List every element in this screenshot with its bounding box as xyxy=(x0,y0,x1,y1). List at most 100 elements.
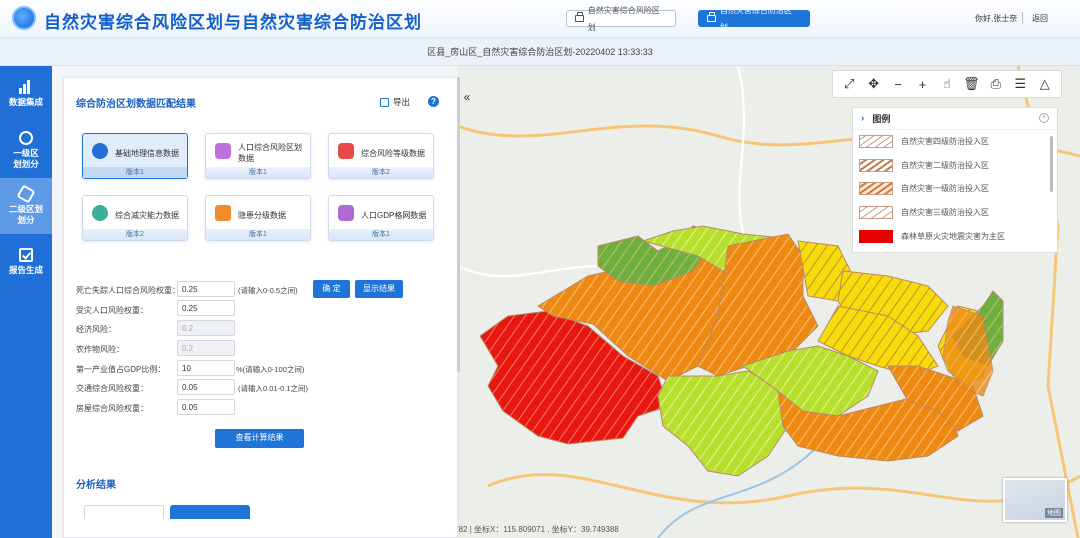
view-calc-result-button[interactable]: 查看计算结果 xyxy=(215,429,304,448)
traffic-risk-weight-input[interactable] xyxy=(177,379,235,395)
legend-label: 自然灾害四级防治投入区 xyxy=(901,137,989,147)
matching-panel: 综合防治区划数据匹配结果 导出 ? 基础地理信息数据 版本1 人口综合风险区划数… xyxy=(63,77,458,538)
zoom-out-icon[interactable]: − xyxy=(888,74,908,94)
field-label: 房屋综合风险权重： xyxy=(76,404,148,413)
print-icon[interactable]: ⎙ xyxy=(986,74,1006,94)
user-greeting: 你好,张士奈 xyxy=(975,14,1018,23)
legend-header: › 图例 xyxy=(853,108,1057,130)
field-label: 经济风险： xyxy=(76,325,116,334)
app-header: 自然灾害综合风险区划与自然灾害综合防治区划 自然灾害综合风险区划 自然灾害综合防… xyxy=(0,0,1080,38)
death-risk-weight-input[interactable] xyxy=(177,281,235,297)
minimap-label: 地图 xyxy=(1045,508,1063,518)
layers-icon[interactable]: ☰ xyxy=(1010,74,1030,94)
legend-swatch xyxy=(859,206,893,220)
sidebar-item-level1[interactable]: 一级区划划分 xyxy=(0,122,52,178)
fullscreen-icon[interactable]: ⤢ xyxy=(839,74,859,94)
card-name: 综合减灾能力数据 xyxy=(115,210,179,220)
card-version: 版本2 xyxy=(83,229,187,240)
stack-icon xyxy=(338,143,354,159)
zoom-in-icon[interactable]: + xyxy=(913,74,933,94)
risk-zoning-button[interactable]: 自然灾害综合风险区划 xyxy=(566,6,676,32)
hexagon-icon xyxy=(16,183,36,204)
collapse-panel-icon[interactable]: « xyxy=(461,90,473,104)
risk-zoning-label: 自然灾害综合风险区划 xyxy=(587,5,660,32)
legend-item: 自然灾害二级防治投入区 xyxy=(853,154,1057,178)
card-name: 人口综合风险区划数据 xyxy=(238,143,302,163)
checklist-icon xyxy=(19,248,33,262)
measure-icon[interactable]: △ xyxy=(1035,74,1055,94)
chevron-right-icon[interactable]: › xyxy=(861,113,864,124)
printer-icon xyxy=(707,12,716,22)
delete-icon[interactable]: 🗑 xyxy=(961,74,981,94)
legend-swatch xyxy=(859,229,893,243)
back-link[interactable]: 返回 xyxy=(1032,13,1048,24)
data-card-hazard[interactable]: 隐患分级数据 版本1 xyxy=(205,195,311,241)
data-card-gdp-grid[interactable]: 人口GDP格网数据 版本1 xyxy=(328,195,434,241)
hand-icon[interactable]: ☝ xyxy=(937,74,957,94)
data-card-risk-level[interactable]: 综合风险等级数据 版本2 xyxy=(328,133,434,179)
field-hint: %(请输入0-100之间) xyxy=(236,365,305,374)
card-name: 隐患分级数据 xyxy=(238,210,286,220)
field-hint: (请输入0.01-0.1之间) xyxy=(238,384,309,393)
pan-icon[interactable]: ✥ xyxy=(864,74,884,94)
legend-item: 森林草原火灾地震灾害为主区 xyxy=(853,224,1057,248)
printer-icon xyxy=(575,12,584,22)
globe-icon xyxy=(92,143,108,159)
field-hint: (请输入0-0.5之间) xyxy=(238,286,298,295)
sidebar-item-label: 数据集成 xyxy=(8,97,43,107)
sidebar-item-label: 一级区划划分 xyxy=(13,147,39,169)
analysis-section-title: 分析结果 xyxy=(76,480,116,491)
card-version: 版本1 xyxy=(206,167,310,178)
affected-pop-weight-input[interactable] xyxy=(177,300,235,316)
app-title: 自然灾害综合风险区划与自然灾害综合防治区划 xyxy=(44,13,422,32)
people-icon xyxy=(338,205,354,221)
data-card-geo[interactable]: 基础地理信息数据 版本1 xyxy=(82,133,188,179)
legend-scrollbar[interactable] xyxy=(1050,136,1053,192)
field-label: 受灾人口风险权重： xyxy=(76,306,148,315)
card-version: 版本1 xyxy=(206,229,310,240)
sidebar-item-data-integration[interactable]: 数据集成 xyxy=(0,66,52,122)
close-icon[interactable]: × xyxy=(1039,113,1049,123)
data-card-mitigation[interactable]: 综合减灾能力数据 版本2 xyxy=(82,195,188,241)
legend-swatch xyxy=(859,135,893,149)
legend-label: 自然灾害一级防治投入区 xyxy=(901,184,989,194)
card-name: 人口GDP格网数据 xyxy=(361,210,427,220)
show-result-button[interactable]: 显示结果 xyxy=(355,280,403,298)
analysis-tab[interactable] xyxy=(84,505,164,519)
house-risk-weight-input[interactable] xyxy=(177,399,235,415)
panel-scrollbar[interactable] xyxy=(457,77,460,372)
legend-item: 自然灾害三级防治投入区 xyxy=(853,201,1057,225)
card-version: 版本2 xyxy=(329,167,433,178)
warning-icon xyxy=(215,205,231,221)
export-label: 导出 xyxy=(393,97,411,107)
map-legend: › 图例 × 自然灾害四级防治投入区 自然灾害二级防治投入区 自然灾害一级防治投… xyxy=(852,107,1058,253)
logo-icon xyxy=(12,6,36,30)
card-name: 综合风险等级数据 xyxy=(361,148,425,158)
legend-item: 自然灾害一级防治投入区 xyxy=(853,177,1057,201)
page-subtitle: 区县_房山区_自然灾害综合防治区划-20220402 13:33:33 xyxy=(0,38,1080,66)
field-label: 农作物风险： xyxy=(76,345,124,354)
prevention-zoning-button[interactable]: 自然灾害综合防治区划 xyxy=(698,6,810,32)
field-label: 死亡失踪人口综合风险权重： xyxy=(76,286,180,295)
legend-item: 自然灾害四级防治投入区 xyxy=(853,130,1057,154)
header-divider xyxy=(1022,12,1023,24)
sidebar-item-label: 报告生成 xyxy=(8,265,43,275)
sidebar-item-label: 二级区划划分 xyxy=(8,203,43,225)
help-icon[interactable]: ? xyxy=(428,96,439,107)
primary-industry-ratio-input[interactable] xyxy=(177,360,235,376)
prevention-zoning-label: 自然灾害综合防治区划 xyxy=(719,5,792,32)
confirm-button[interactable]: 确 定 xyxy=(313,280,350,298)
shield-icon xyxy=(92,205,108,221)
legend-label: 森林草原火灾地震灾害为主区 xyxy=(901,231,1005,241)
sidebar: 数据集成 一级区划划分 二级区划划分 报告生成 xyxy=(0,66,52,538)
legend-title: 图例 xyxy=(872,114,891,124)
export-icon xyxy=(380,97,389,107)
overview-minimap[interactable]: 地图 xyxy=(1003,478,1067,522)
sidebar-item-report[interactable]: 报告生成 xyxy=(0,234,52,290)
legend-label: 自然灾害三级防治投入区 xyxy=(901,208,989,218)
analysis-tab-active[interactable] xyxy=(170,505,250,519)
export-button[interactable]: 导出 xyxy=(380,96,410,108)
sidebar-item-level2[interactable]: 二级区划划分 xyxy=(0,178,52,234)
map-toolbar: ⤢ ✥ − + ☝ 🗑 ⎙ ☰ △ xyxy=(832,70,1062,98)
data-card-population[interactable]: 人口综合风险区划数据 版本1 xyxy=(205,133,311,179)
